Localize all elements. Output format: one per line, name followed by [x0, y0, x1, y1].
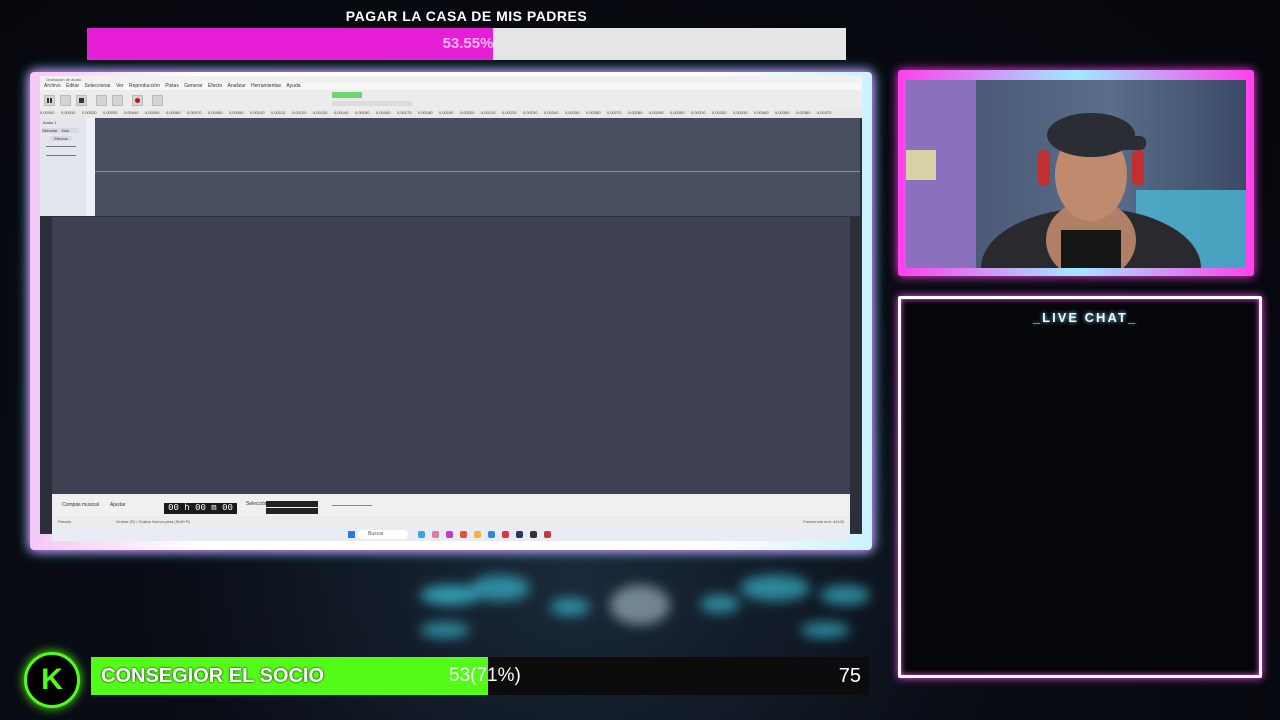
status-left: Parado. — [58, 519, 73, 524]
taskbar-app-icon[interactable] — [432, 531, 439, 538]
meter-bar[interactable] — [332, 92, 362, 98]
project-rate-label: Compás musical — [62, 502, 99, 508]
menu-item[interactable]: Reproducción — [129, 83, 160, 89]
menu-item[interactable]: Ver — [116, 83, 124, 89]
sub-goal-label: CONSEGIOR EL SOCIO — [101, 665, 324, 687]
play-button[interactable] — [60, 95, 71, 106]
bg-glow — [800, 622, 850, 638]
menu-item[interactable]: Ayuda — [286, 83, 300, 89]
effects-button[interactable]: Efectos — [50, 136, 72, 141]
waveform-area[interactable] — [95, 118, 860, 216]
amplitude-scale — [86, 118, 95, 216]
menu-item[interactable]: Analizar — [228, 83, 246, 89]
pause-button[interactable] — [44, 95, 55, 106]
solo-button[interactable]: Solo — [61, 128, 80, 133]
bg-glow — [550, 598, 590, 616]
skip-start-button[interactable] — [96, 95, 107, 106]
taskbar-app-icon[interactable] — [502, 531, 509, 538]
skip-end-button[interactable] — [112, 95, 123, 106]
sub-goal-target: 75 — [838, 665, 861, 687]
kick-logo: K — [24, 652, 80, 708]
track-control-panel: Audio 1 Silenciar Solo Efectos — [40, 118, 87, 216]
status-hint: Grabar (R) / Grabar Nueva pista (Shift+R… — [116, 519, 191, 524]
menu-item[interactable]: Archivo — [44, 83, 61, 89]
taskbar-app-icon[interactable] — [544, 531, 551, 538]
taskbar-search[interactable]: Buscar — [358, 530, 408, 539]
meter-scale — [332, 101, 412, 106]
chat-title: _LIVE CHAT_ — [1032, 310, 1138, 325]
menu-item[interactable]: Seleccionar — [85, 83, 111, 89]
bg-glow — [610, 585, 670, 625]
top-goal-bar: 53.55% — [87, 28, 846, 60]
loop-button[interactable] — [152, 95, 163, 106]
bg-glow — [470, 575, 530, 601]
mute-button[interactable]: Silenciar — [42, 128, 60, 133]
gain-slider[interactable] — [46, 146, 76, 147]
menu-item[interactable]: Editar — [66, 83, 79, 89]
track-name[interactable]: Audio 1 — [43, 120, 86, 125]
daw-window-title: Grabación de audio — [46, 77, 81, 82]
bg-glow — [820, 585, 870, 605]
record-button[interactable] — [132, 95, 143, 106]
bg-glow — [740, 575, 810, 601]
taskbar-app-icon[interactable] — [516, 531, 523, 538]
sub-goal-bar: CONSEGIOR EL SOCIO 53(71%) 75 — [91, 657, 869, 695]
pan-slider[interactable] — [46, 155, 76, 156]
taskbar-app-icon[interactable] — [446, 531, 453, 538]
menu-item[interactable]: Generar — [184, 83, 202, 89]
kick-logo-letter: K — [41, 663, 63, 696]
sub-goal-progress: 53(71%) — [449, 665, 521, 686]
webcam-feed — [906, 80, 1246, 268]
playback-speed-slider[interactable] — [332, 505, 372, 506]
bg-glow — [420, 622, 470, 638]
bg-glow — [700, 595, 740, 613]
taskbar-app-icon[interactable] — [530, 531, 537, 538]
selection-label: Selección — [246, 501, 268, 507]
taskbar-app-icon[interactable] — [474, 531, 481, 538]
status-rate: Frecuencia real: 44100 — [803, 519, 844, 524]
empty-track-area[interactable] — [52, 217, 850, 494]
timeline-ruler[interactable]: 0,00000 0,00010 0,00020 0,00030 0,00040 0,000… — [40, 110, 862, 118]
selection-end-field[interactable] — [266, 508, 318, 514]
windows-start-icon[interactable] — [348, 531, 355, 538]
daw-menu-bar: Archivo Editar Seleccionar Ver Reproducc… — [40, 83, 862, 90]
daw-status-bar: Parado. Grabar (R) / Grabar Nueva pista … — [52, 516, 850, 528]
menu-item[interactable]: Pistas — [165, 83, 179, 89]
webcam-image — [906, 80, 1246, 268]
menu-item[interactable]: Herramientas — [251, 83, 281, 89]
snap-checkbox[interactable]: Ajustar — [110, 502, 126, 508]
stop-button[interactable] — [76, 95, 87, 106]
taskbar-app-icon[interactable] — [460, 531, 467, 538]
taskbar-app-icon[interactable] — [418, 531, 425, 538]
chat-panel — [898, 296, 1262, 678]
time-display: 00 h 00 m 00 s — [164, 503, 237, 524]
selection-start-field[interactable] — [266, 501, 318, 507]
daw-title-bar: Grabación de audio — [40, 76, 862, 83]
waveform-center-line — [95, 171, 860, 172]
top-goal-title: PAGAR LA CASA DE MIS PADRES — [345, 8, 588, 24]
menu-item[interactable]: Efecto — [208, 83, 222, 89]
daw-selection-toolbar: Compás musical Ajustar 00 h 00 m 00 s Se… — [52, 494, 850, 524]
daw-toolbar — [40, 90, 862, 110]
taskbar-app-icon[interactable] — [488, 531, 495, 538]
top-goal-percent: 53.55% — [442, 35, 494, 52]
